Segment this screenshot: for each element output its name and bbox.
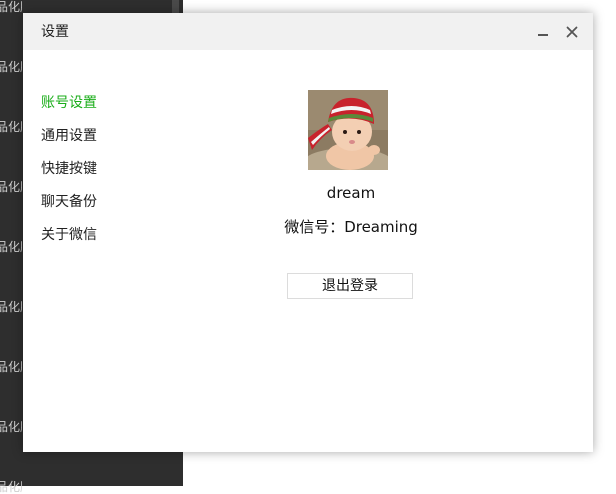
settings-dialog: 设置 账号设置 通用设置 快捷按键 聊天备份 关于微信 dream 微信号：Dr… <box>23 13 593 452</box>
profile-nickname: dream <box>326 184 376 202</box>
background-sidebar-text: 品化膳 <box>0 240 22 254</box>
background-sidebar-text: 品化膳 <box>0 120 22 134</box>
background-sidebar-text: 品化膳 <box>0 420 22 434</box>
title-bar[interactable]: 设置 <box>23 13 593 50</box>
menu-item-general-settings[interactable]: 通用设置 <box>41 126 97 146</box>
profile-wechat-id: 微信号：Dreaming <box>284 218 418 236</box>
background-sidebar-text: 品化膳 <box>0 300 22 314</box>
settings-menu: 账号设置 通用设置 快捷按键 聊天备份 关于微信 <box>41 93 97 258</box>
menu-item-account-settings[interactable]: 账号设置 <box>41 93 97 113</box>
minimize-icon[interactable] <box>535 24 551 40</box>
close-icon[interactable] <box>564 24 580 40</box>
avatar <box>308 90 388 170</box>
background-sidebar-text: 品化膳 <box>0 480 22 494</box>
background-sidebar-text: 品化膳 <box>0 60 22 74</box>
background-sidebar-text: 品化膳 <box>0 180 22 194</box>
menu-item-about-wechat[interactable]: 关于微信 <box>41 225 97 245</box>
logout-button[interactable]: 退出登录 <box>287 273 413 299</box>
menu-item-shortcut-keys[interactable]: 快捷按键 <box>41 159 97 179</box>
window-title: 设置 <box>41 24 69 40</box>
menu-item-chat-backup[interactable]: 聊天备份 <box>41 192 97 212</box>
background-sidebar-text: 品化膳 <box>0 0 22 14</box>
background-sidebar-text: 品化膳 <box>0 360 22 374</box>
